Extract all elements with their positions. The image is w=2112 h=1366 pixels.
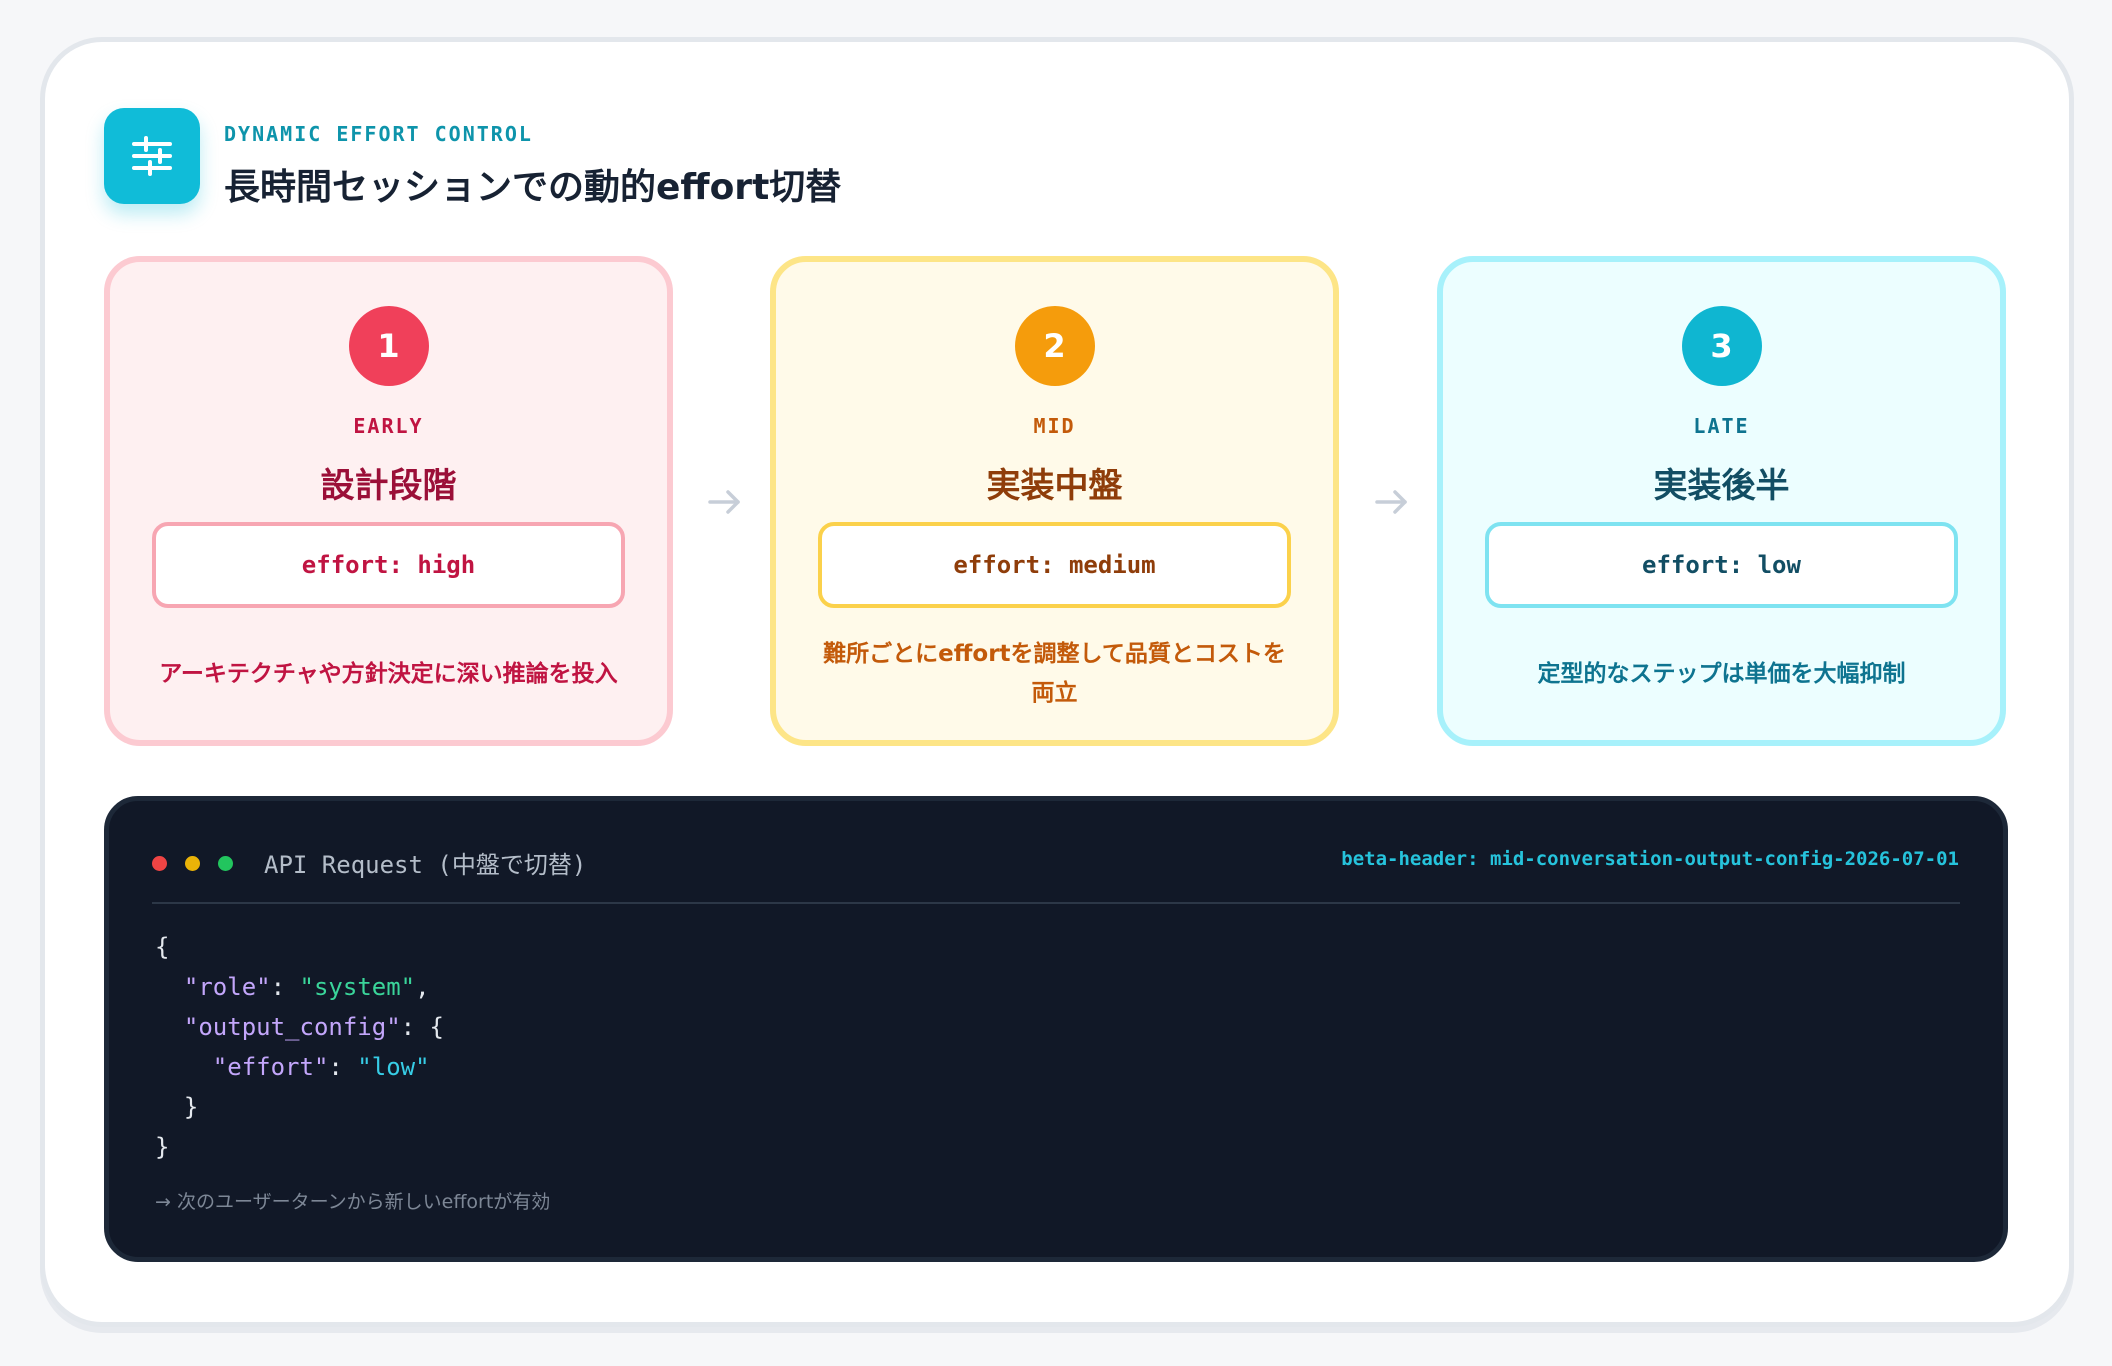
window-dots [152,856,233,871]
effort-value-box: effort: low [1485,522,1958,608]
beta-header-label: beta-header: mid-conversation-output-con… [1341,848,1959,870]
stage-number-badge: 3 [1681,306,1762,386]
panel-divider [152,902,1960,904]
stage-description: アーキテクチャや方針決定に深い推論を投入 [159,660,618,687]
maximize-dot [218,856,233,871]
stage-card-mid: 2 MID 実装中盤 effort: medium 難所ごとにeffortを調整… [770,256,1339,746]
api-request-panel: API Request (中盤で切替) beta-header: mid-con… [104,796,2008,1262]
stage-phase-label: LATE [1693,414,1750,438]
stage-phase-label: MID [1033,414,1076,438]
stage-description: 難所ごとにeffortを調整して品質とコストを両立 [823,641,1286,706]
stage-number-badge: 1 [348,306,429,386]
eyebrow-label: DYNAMIC EFFORT CONTROL [224,122,533,146]
panel-note: → 次のユーザーターンから新しいeffortが有効 [155,1191,551,1213]
stage-card-late: 3 LATE 実装後半 effort: low 定型的なステップは単価を大幅抑制 [1437,256,2006,746]
code-key-output-config: "output_config" [183,1013,401,1041]
code-block: { "role": "system", "output_config": { "… [155,933,445,1161]
code-brace: { [155,933,170,961]
stage-name: 設計段階 [320,466,457,506]
page-title: 長時間セッションでの動的effort切替 [224,167,842,208]
code-key-role: "role" [183,973,271,1001]
effort-value-box: effort: medium [818,522,1291,608]
stage-description: 定型的なステップは単価を大幅抑制 [1537,660,1906,687]
stage-card-early: 1 EARLY 設計段階 effort: high アーキテクチャや方針決定に深… [104,256,673,746]
close-dot [152,856,167,871]
arrow-right-icon [1375,490,1407,514]
stage-name: 実装中盤 [986,466,1123,506]
stage-name: 実装後半 [1653,466,1790,506]
sliders-icon [104,108,200,204]
code-value-effort: "low" [357,1053,430,1081]
code-value-role: "system" [299,973,416,1001]
stage-number-badge: 2 [1014,306,1095,386]
effort-value-box: effort: high [152,522,625,608]
panel-title: API Request (中盤で切替) [264,851,587,879]
stage-phase-label: EARLY [353,414,424,438]
arrow-right-icon [708,490,740,514]
code-key-effort: "effort" [212,1053,329,1081]
minimize-dot [185,856,200,871]
